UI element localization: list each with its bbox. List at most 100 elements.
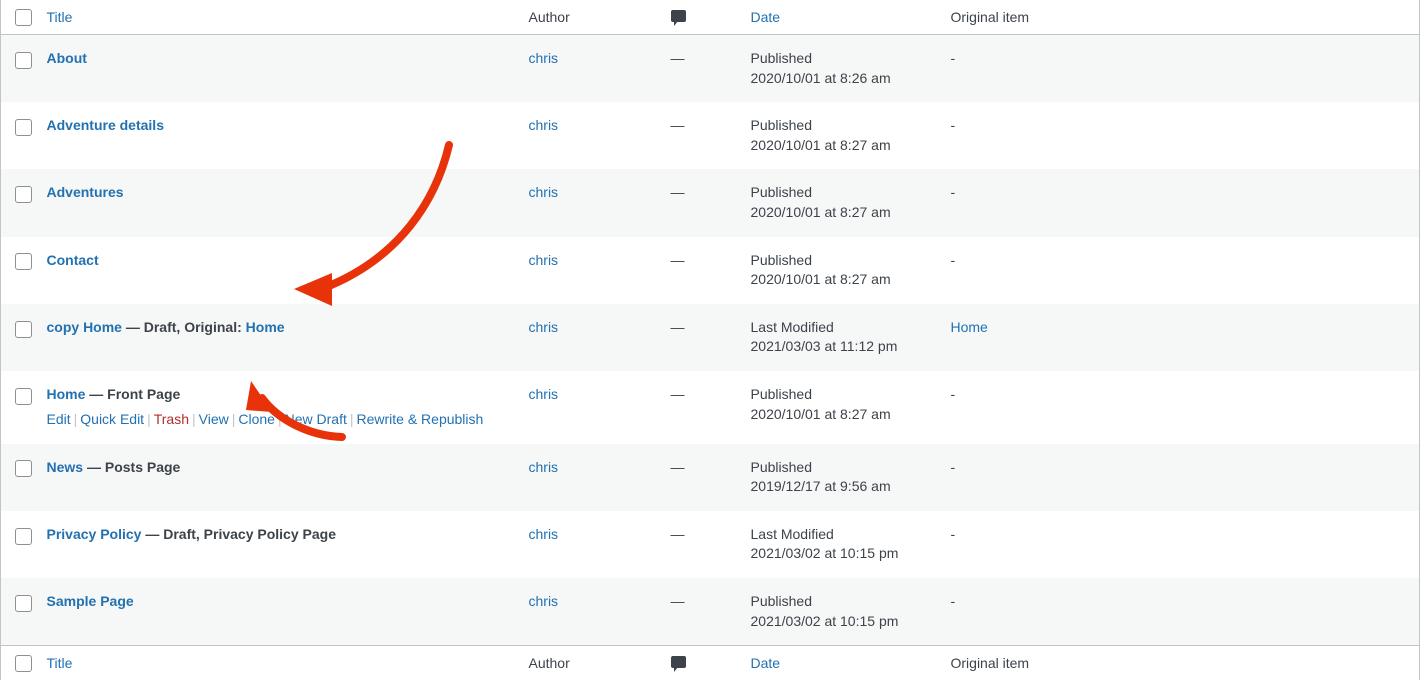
row-original-item-cell: - [951, 169, 1420, 236]
row-select-cell[interactable] [1, 35, 47, 103]
column-header-title[interactable]: Title [46, 0, 529, 35]
column-footer-date-link[interactable]: Date [751, 655, 781, 671]
row-author-link[interactable]: chris [529, 526, 559, 542]
row-select-cell[interactable] [1, 371, 47, 444]
row-original-inline-link[interactable]: Home [246, 319, 285, 335]
row-original-item-cell: - [951, 35, 1420, 103]
column-footer-original-item-label: Original item [950, 655, 1030, 672]
row-action-view[interactable]: View [199, 411, 229, 427]
row-checkbox[interactable] [15, 527, 32, 545]
row-select-cell[interactable] [1, 444, 47, 511]
row-checkbox[interactable] [15, 460, 32, 478]
column-footer-author: Author [528, 645, 671, 680]
table-row: copy Home — Draft, Original: Home chris — L… [0, 303, 1420, 371]
row-title-link[interactable]: News [47, 459, 84, 475]
row-title-cell: About [47, 35, 529, 103]
row-action-edit[interactable]: Edit [47, 411, 71, 427]
table-row: Adventure details chris — Published 2020/10/… [0, 102, 1420, 170]
row-action-separator: | [192, 410, 196, 427]
row-comments-cell: — [671, 578, 751, 646]
row-select-cell[interactable] [1, 169, 47, 236]
row-original-item-cell: - [951, 444, 1420, 511]
row-select-cell[interactable] [1, 578, 47, 646]
row-action-trash[interactable]: Trash [154, 411, 189, 427]
column-header-comments[interactable] [670, 0, 751, 35]
select-all-checkbox-footer[interactable] [15, 654, 32, 672]
row-action-new-draft[interactable]: New Draft [285, 411, 347, 427]
column-footer-comments[interactable] [670, 645, 751, 680]
row-author-link[interactable]: chris [529, 386, 559, 402]
row-title-link[interactable]: Adventure details [47, 117, 164, 133]
row-date-status: Published [750, 251, 813, 268]
row-title-suffix: — Posts Page [83, 458, 181, 475]
select-all-checkbox[interactable] [15, 8, 32, 26]
row-checkbox[interactable] [15, 186, 32, 204]
comment-bubble-icon-footer[interactable] [670, 656, 686, 673]
row-checkbox[interactable] [15, 51, 32, 69]
row-author-link[interactable]: chris [529, 459, 559, 475]
column-footer-date[interactable]: Date [750, 645, 951, 680]
row-checkbox[interactable] [15, 118, 32, 136]
row-checkbox[interactable] [15, 594, 32, 612]
column-footer-title[interactable]: Title [46, 645, 529, 680]
row-author-link[interactable]: chris [529, 252, 559, 268]
row-date-value: 2021/03/02 at 10:15 pm [750, 612, 899, 629]
select-all-footer[interactable] [0, 645, 47, 680]
table-row: Home — Front Page Edit | Quick Edit | Trash | V… [0, 370, 1420, 444]
row-action-quick-edit[interactable]: Quick Edit [80, 411, 144, 427]
row-comments-cell: — [671, 169, 751, 236]
column-header-title-link[interactable]: Title [47, 9, 73, 25]
row-title-cell: Privacy Policy — Draft, Privacy Policy P… [47, 511, 529, 578]
column-header-date-link[interactable]: Date [751, 9, 781, 25]
row-author-link[interactable]: chris [529, 50, 559, 66]
row-date-status: Published [750, 117, 813, 134]
pages-list-table: Title Author Date Original item About chr… [0, 0, 1420, 680]
row-author-link[interactable]: chris [529, 593, 559, 609]
row-checkbox[interactable] [15, 387, 32, 405]
row-title-link[interactable]: Contact [47, 252, 99, 268]
table-row: Adventures chris — Published 2020/10/01 at 8… [0, 169, 1420, 237]
row-date-cell: Published 2019/12/17 at 9:56 am [751, 444, 951, 511]
row-select-cell[interactable] [1, 304, 47, 371]
row-original-item-value: - [950, 50, 956, 66]
row-select-cell[interactable] [1, 511, 47, 578]
row-author-link[interactable]: chris [529, 319, 559, 335]
column-header-original-item-label: Original item [950, 9, 1030, 25]
row-title-link[interactable]: Home [47, 386, 86, 402]
row-author-link[interactable]: chris [529, 117, 559, 133]
row-author-cell: chris [529, 102, 671, 169]
row-author-link[interactable]: chris [529, 184, 559, 200]
row-select-cell[interactable] [1, 102, 47, 169]
table-row: About chris — Published 2020/10/01 at 8:26 a… [0, 34, 1420, 103]
row-checkbox[interactable] [15, 320, 32, 338]
row-original-item-value: - [950, 458, 956, 475]
row-title-link[interactable]: Privacy Policy [47, 526, 142, 542]
row-title-cell: News — Posts Page [47, 444, 529, 511]
row-title-link[interactable]: copy Home [47, 319, 122, 335]
row-title-link[interactable]: Adventures [47, 184, 124, 200]
row-action-clone[interactable]: Clone [238, 411, 275, 427]
row-comments-value: — [670, 385, 685, 402]
row-checkbox[interactable] [15, 253, 32, 271]
row-comments-cell: — [671, 35, 751, 103]
row-title-suffix: — Front Page [85, 385, 181, 402]
column-footer-title-link[interactable]: Title [47, 655, 73, 671]
row-date-status: Published [750, 50, 813, 66]
row-original-item-link[interactable]: Home [951, 319, 988, 335]
row-title-link[interactable]: About [47, 50, 87, 66]
row-comments-cell: — [671, 102, 751, 169]
row-original-item-cell: - [951, 371, 1420, 444]
row-author-cell: chris [529, 35, 671, 103]
table-footer: Title Author Date Original item [0, 645, 1420, 680]
row-action-rewrite-republish[interactable]: Rewrite & Republish [356, 411, 483, 427]
row-select-cell[interactable] [1, 237, 47, 304]
row-date-value: 2020/10/01 at 8:26 am [750, 69, 891, 86]
row-title-link[interactable]: Sample Page [47, 593, 134, 609]
column-header-date[interactable]: Date [750, 0, 951, 35]
select-all-header[interactable] [0, 0, 47, 35]
row-original-item-cell: - [951, 102, 1420, 169]
row-title-line: About [47, 49, 529, 69]
row-date-status: Published [750, 592, 813, 609]
comment-bubble-icon[interactable] [670, 10, 686, 26]
row-original-item-cell: - [951, 237, 1420, 304]
